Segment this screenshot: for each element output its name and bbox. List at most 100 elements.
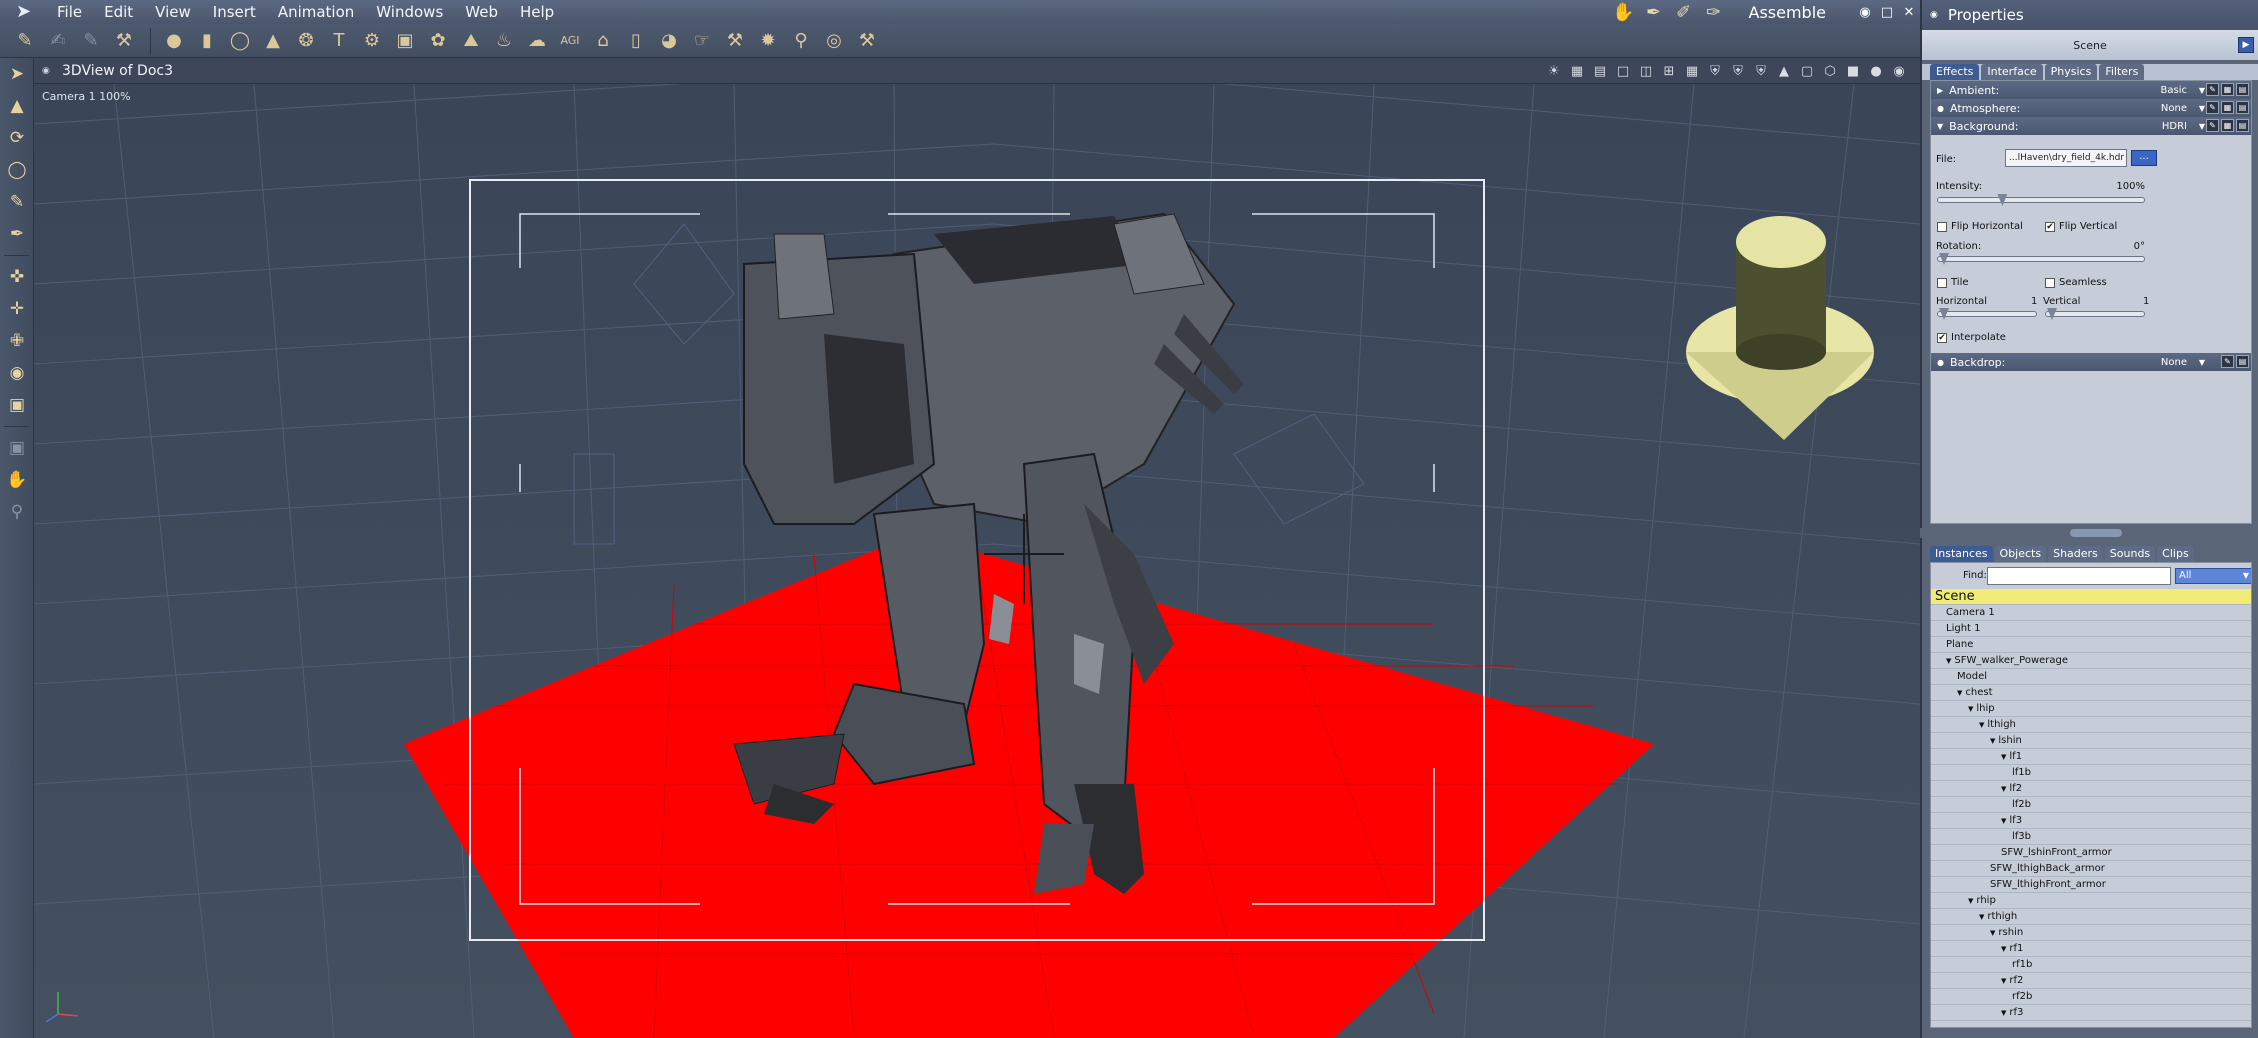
hand-room-icon[interactable]: ✋ bbox=[1611, 1, 1637, 23]
shield-c-icon[interactable]: ⛨ bbox=[1752, 62, 1770, 80]
shield-b-icon[interactable]: ⛨ bbox=[1729, 62, 1747, 80]
tab-interface[interactable]: Interface bbox=[1981, 64, 2043, 80]
expand-arrow-icon[interactable]: ▼ bbox=[2001, 945, 2006, 953]
interpolate-checkbox[interactable]: ✔ bbox=[1937, 333, 1947, 343]
flip-horizontal-checkbox[interactable] bbox=[1937, 222, 1947, 232]
tool-icon[interactable]: ⚒ bbox=[720, 27, 750, 55]
ambient-section[interactable]: ▶ Ambient: Basic ▼ ✎ ▦ ▤ bbox=[1931, 81, 2251, 99]
cloud-icon[interactable]: ☁ bbox=[522, 27, 552, 55]
edit-icon[interactable]: ✎ bbox=[2206, 83, 2219, 96]
layout-two-icon[interactable]: ◫ bbox=[1637, 62, 1655, 80]
expand-arrow-icon[interactable]: ▼ bbox=[1968, 705, 1973, 713]
expand-arrow-icon[interactable]: ▼ bbox=[2001, 977, 2006, 985]
tile-checkbox[interactable] bbox=[1937, 278, 1947, 288]
horizontal-slider[interactable] bbox=[1937, 308, 2037, 320]
splitter-grip[interactable] bbox=[2070, 529, 2122, 537]
unlock-icon[interactable]: ✎ bbox=[76, 27, 106, 55]
tree-row[interactable]: Light 1 bbox=[1931, 621, 2251, 637]
torus-icon[interactable]: ◯ bbox=[225, 27, 255, 55]
atmosphere-section[interactable]: ● Atmosphere: None ▼ ✎ ▦ ▤ bbox=[1931, 99, 2251, 117]
menu-insert[interactable]: Insert bbox=[202, 0, 267, 24]
tree-row[interactable]: ▼ rthigh bbox=[1931, 909, 2251, 925]
view-cube-icon[interactable]: ▣ bbox=[0, 389, 34, 421]
save-icon[interactable]: ▤ bbox=[2236, 83, 2249, 96]
direct-select-icon[interactable]: ▲ bbox=[0, 90, 34, 122]
terrain-icon[interactable]: ⛰ bbox=[456, 27, 486, 55]
lock-icon[interactable]: ✍ bbox=[43, 27, 73, 55]
cylinder-icon[interactable]: ▮ bbox=[192, 27, 222, 55]
menu-file[interactable]: File bbox=[46, 0, 93, 24]
circle-icon[interactable]: ◎ bbox=[819, 27, 849, 55]
scale-icon[interactable]: ◯ bbox=[0, 154, 34, 186]
edit-icon[interactable]: ✎ bbox=[2221, 355, 2234, 368]
tree-row[interactable]: Scene bbox=[1931, 589, 2251, 605]
save-icon[interactable]: ▤ bbox=[2236, 101, 2249, 114]
tree-row[interactable]: ▼ lf3 bbox=[1931, 813, 2251, 829]
hand-icon[interactable]: ☞ bbox=[687, 27, 717, 55]
help-icon[interactable]: ▶ bbox=[2238, 37, 2254, 53]
solid-icon[interactable]: ■ bbox=[1844, 62, 1862, 80]
mesh-icon[interactable]: ✿ bbox=[423, 27, 453, 55]
dropdown-arrow-icon[interactable]: ▼ bbox=[2199, 358, 2205, 367]
maximize-icon[interactable]: □ bbox=[1876, 5, 1898, 20]
vertical-slider-knob[interactable] bbox=[2047, 308, 2057, 320]
hand-pan-icon[interactable]: ✋ bbox=[0, 464, 34, 496]
paint-icon[interactable]: ✒ bbox=[0, 218, 34, 250]
load-icon[interactable]: ▦ bbox=[2221, 83, 2234, 96]
pan-icon[interactable]: ⚒ bbox=[109, 27, 139, 55]
tree-row[interactable]: ▼ lthigh bbox=[1931, 717, 2251, 733]
rotation-slider-knob[interactable] bbox=[1939, 253, 1949, 265]
load-icon[interactable]: ▦ bbox=[2221, 101, 2234, 114]
tree-row[interactable]: lf1b bbox=[1931, 765, 2251, 781]
agi-icon[interactable]: AGI bbox=[555, 27, 585, 55]
sphere-icon[interactable]: ● bbox=[159, 27, 189, 55]
atmosphere-value[interactable]: None bbox=[2161, 103, 2187, 114]
shield-a-icon[interactable]: ⛨ bbox=[1706, 62, 1724, 80]
tree-row[interactable]: Model bbox=[1931, 669, 2251, 685]
frame-icon[interactable]: ▤ bbox=[1591, 62, 1609, 80]
flip-vertical-checkbox[interactable]: ✔ bbox=[2045, 222, 2055, 232]
tree-row[interactable]: Plane bbox=[1931, 637, 2251, 653]
rotate-icon[interactable]: ⟳ bbox=[0, 122, 34, 154]
rotation-slider[interactable] bbox=[1937, 253, 2145, 265]
tree-row[interactable]: ▼ rf3 bbox=[1931, 1005, 2251, 1021]
tree-row[interactable]: ▼ rf2 bbox=[1931, 973, 2251, 989]
textured-icon[interactable]: ◉ bbox=[1890, 62, 1908, 80]
pencil-icon[interactable]: ✎ bbox=[10, 27, 40, 55]
menu-web[interactable]: Web bbox=[454, 0, 509, 24]
save-icon[interactable]: ▤ bbox=[2236, 119, 2249, 132]
draw-line-icon[interactable]: ✎ bbox=[0, 186, 34, 218]
tree-row[interactable]: ▼ lhip bbox=[1931, 701, 2251, 717]
file-field[interactable]: ...lHaven\dry_field_4k.hdr bbox=[2005, 149, 2127, 167]
background-section[interactable]: ▼ Background: HDRI ▼ ✎ ▦ ▤ bbox=[1931, 117, 2251, 135]
brush-room-icon[interactable]: ✒ bbox=[1641, 1, 1667, 23]
tree-row[interactable]: ▼ SFW_walker_Powerage bbox=[1931, 653, 2251, 669]
tab-filters[interactable]: Filters bbox=[2099, 64, 2145, 80]
tab-sounds[interactable]: Sounds bbox=[2104, 546, 2156, 562]
expand-arrow-icon[interactable]: ▼ bbox=[2001, 1009, 2006, 1017]
expand-arrow-icon[interactable]: ▼ bbox=[1990, 929, 1995, 937]
horizontal-slider-knob[interactable] bbox=[1939, 308, 1949, 320]
tree-row[interactable]: ▼ lf1 bbox=[1931, 749, 2251, 765]
expand-arrow-icon[interactable]: ▼ bbox=[1990, 737, 1995, 745]
filter-select[interactable]: All ▼ bbox=[2175, 568, 2251, 584]
menu-view[interactable]: View bbox=[144, 0, 202, 24]
expand-arrow-icon[interactable]: ▼ bbox=[2001, 785, 2006, 793]
backdrop-section[interactable]: ● Backdrop: None ▼ ✎ ▤ bbox=[1931, 353, 2251, 371]
feather-room-icon[interactable]: ✐ bbox=[1671, 1, 1697, 23]
wrench-icon[interactable]: ⚒ bbox=[852, 27, 882, 55]
tree-row[interactable]: lf2b bbox=[1931, 797, 2251, 813]
backdrop-value[interactable]: None bbox=[2161, 357, 2187, 368]
expand-arrow-icon[interactable]: ▼ bbox=[1979, 721, 1984, 729]
camera-select-icon[interactable]: ▦ bbox=[1568, 62, 1586, 80]
pot-icon[interactable]: ◕ bbox=[654, 27, 684, 55]
tab-instances[interactable]: Instances bbox=[1930, 546, 1993, 562]
house-icon[interactable]: ⌂ bbox=[588, 27, 618, 55]
expand-arrow-icon[interactable]: ▼ bbox=[1979, 913, 1984, 921]
zoom-icon[interactable]: ⚲ bbox=[0, 496, 34, 528]
menu-windows[interactable]: Windows bbox=[365, 0, 454, 24]
render-icon[interactable]: ▲ bbox=[1775, 62, 1793, 80]
expand-arrow-icon[interactable]: ▼ bbox=[1957, 689, 1962, 697]
tree-row[interactable]: rf1b bbox=[1931, 957, 2251, 973]
menu-help[interactable]: Help bbox=[509, 0, 565, 24]
